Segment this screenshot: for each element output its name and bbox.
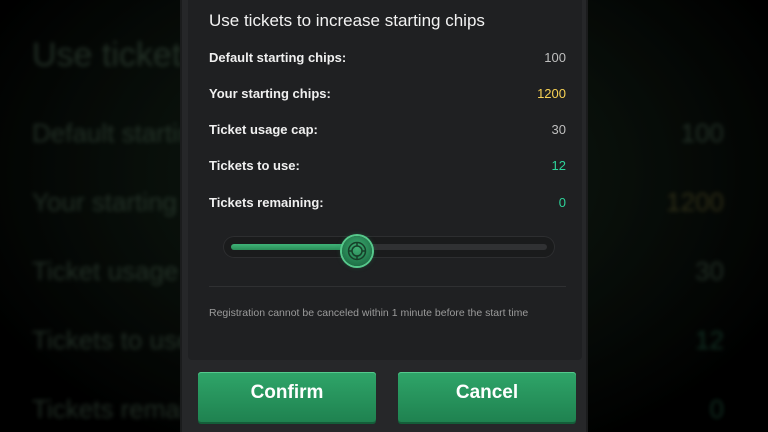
default-starting-chips-row: Default starting chips: 100 <box>209 50 566 70</box>
slider-thumb[interactable] <box>342 236 372 266</box>
ticket-usage-cap-value: 30 <box>551 122 566 137</box>
confirm-button[interactable]: Confirm <box>198 372 376 422</box>
slider-track[interactable] <box>231 236 547 266</box>
row-label: Default starting chips: <box>209 50 347 65</box>
ticket-usage-cap-row: Ticket usage cap: 30 <box>209 122 566 142</box>
divider <box>209 286 566 287</box>
tickets-slider[interactable] <box>223 236 555 266</box>
tickets-remaining-row: Tickets remaining: 0 <box>209 195 566 215</box>
tickets-to-use-row: Tickets to use: 12 <box>209 158 566 178</box>
row-label: Ticket usage cap: <box>209 122 318 137</box>
ticket-dialog-body: Use tickets to increase starting chips D… <box>188 0 582 360</box>
chip-icon <box>347 241 367 261</box>
row-label: Your starting chips: <box>209 86 331 101</box>
right-shade <box>588 0 768 432</box>
cancel-button[interactable]: Cancel <box>398 372 576 422</box>
ticket-dialog: Use tickets to increase starting chips D… <box>180 0 588 432</box>
row-label: Tickets remaining: <box>209 195 324 210</box>
row-label: Tickets to use: <box>209 158 300 173</box>
game-screen: Use tickets to increase starting chips D… <box>0 0 768 432</box>
tickets-to-use-value: 12 <box>551 158 566 173</box>
left-shade <box>0 0 180 432</box>
dialog-title: Use tickets to increase starting chips <box>209 11 485 30</box>
your-starting-chips-row: Your starting chips: 1200 <box>209 86 566 106</box>
your-starting-chips-value: 1200 <box>537 86 566 101</box>
cancellation-notice: Registration cannot be canceled within 1… <box>209 307 529 319</box>
default-starting-chips-value: 100 <box>544 50 566 65</box>
tickets-remaining-value: 0 <box>558 195 566 210</box>
slider-fill <box>231 244 357 250</box>
